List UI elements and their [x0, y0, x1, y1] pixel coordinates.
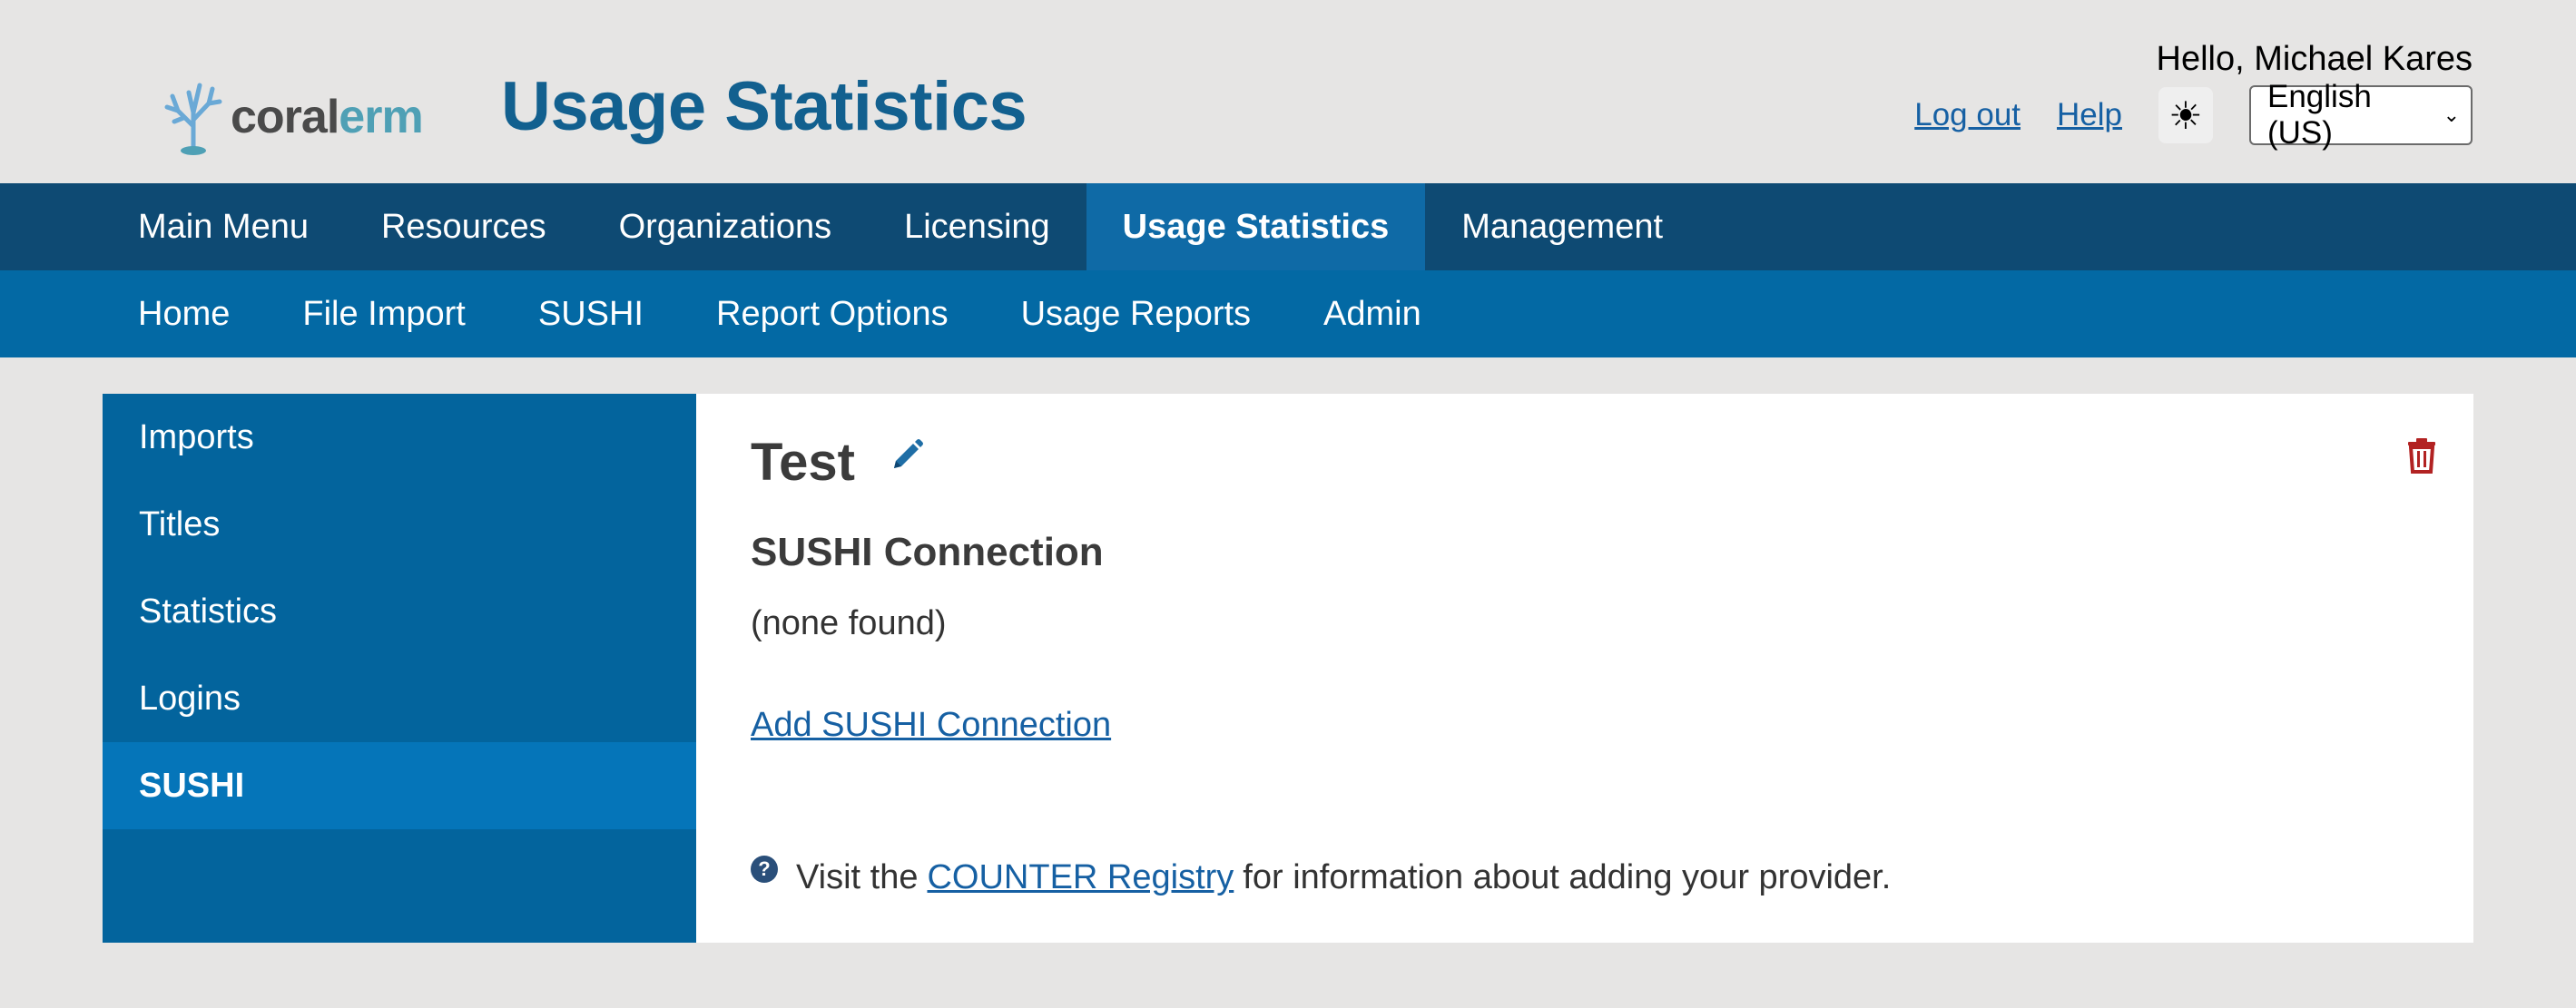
logo-text-coral: coral	[231, 91, 339, 143]
add-sushi-connection-link[interactable]: Add SUSHI Connection	[751, 706, 1111, 745]
chevron-down-icon: ⌄	[2443, 103, 2460, 126]
sidebar-item-titles[interactable]: Titles	[103, 481, 696, 568]
main-nav-item-resources[interactable]: Resources	[345, 183, 583, 270]
sub-nav-item-home[interactable]: Home	[102, 270, 266, 357]
main-nav-item-licensing[interactable]: Licensing	[868, 183, 1086, 270]
coralerm-logo[interactable]: coralerm	[162, 76, 424, 158]
info-prefix: Visit the	[796, 858, 919, 896]
sidebar-item-imports[interactable]: Imports	[103, 394, 696, 481]
sidebar-item-sushi[interactable]: SUSHI	[103, 742, 696, 829]
sidebar-item-logins[interactable]: Logins	[103, 655, 696, 742]
page-title: Test	[751, 433, 855, 492]
sun-icon: ☀	[2168, 93, 2203, 137]
info-suffix: for information about adding your provid…	[1243, 858, 1892, 896]
sub-nav-item-sushi[interactable]: SUSHI	[502, 270, 680, 357]
sub-nav-item-usage-reports[interactable]: Usage Reports	[985, 270, 1287, 357]
main-nav-item-usage-statistics[interactable]: Usage Statistics	[1086, 183, 1426, 270]
empty-state-text: (none found)	[751, 604, 947, 642]
info-message: ? Visit the COUNTER Registry for informa…	[751, 855, 1892, 897]
app-title: Usage Statistics	[501, 68, 1027, 145]
section-title: SUSHI Connection	[751, 530, 1104, 574]
sidebar-item-statistics[interactable]: Statistics	[103, 568, 696, 655]
main-nav-item-management[interactable]: Management	[1425, 183, 1699, 270]
trash-icon[interactable]	[2406, 437, 2437, 478]
main-nav-item-organizations[interactable]: Organizations	[583, 183, 868, 270]
question-icon: ?	[751, 855, 778, 883]
theme-toggle-button[interactable]: ☀	[2158, 87, 2213, 143]
pencil-icon[interactable]	[889, 437, 925, 478]
logo-text-erm: erm	[339, 91, 423, 143]
counter-registry-link[interactable]: COUNTER Registry	[927, 858, 1234, 897]
main-content: Test SUSHI Connection (none found) Add S…	[696, 394, 2473, 943]
header-actions: Log out Help ☀ English (US) ⌄	[1914, 79, 2473, 151]
help-link[interactable]: Help	[2057, 97, 2122, 133]
language-select[interactable]: English (US) ⌄	[2249, 79, 2473, 151]
language-select-value: English (US)	[2267, 79, 2372, 151]
page-header: coralerm Usage Statistics Hello, Michael…	[0, 0, 2576, 183]
main-nav-item-main-menu[interactable]: Main Menu	[102, 183, 345, 270]
logout-link[interactable]: Log out	[1914, 97, 2020, 133]
sub-nav-item-admin[interactable]: Admin	[1287, 270, 1458, 357]
user-greeting: Hello, Michael Kares	[2156, 40, 2473, 78]
coral-logo-icon	[164, 83, 222, 155]
sub-nav-item-file-import[interactable]: File Import	[266, 270, 501, 357]
sidebar: Imports Titles Statistics Logins SUSHI	[103, 394, 696, 943]
sub-nav-item-report-options[interactable]: Report Options	[680, 270, 985, 357]
sub-nav: Home File Import SUSHI Report Options Us…	[0, 270, 2576, 357]
main-nav: Main Menu Resources Organizations Licens…	[0, 183, 2576, 270]
